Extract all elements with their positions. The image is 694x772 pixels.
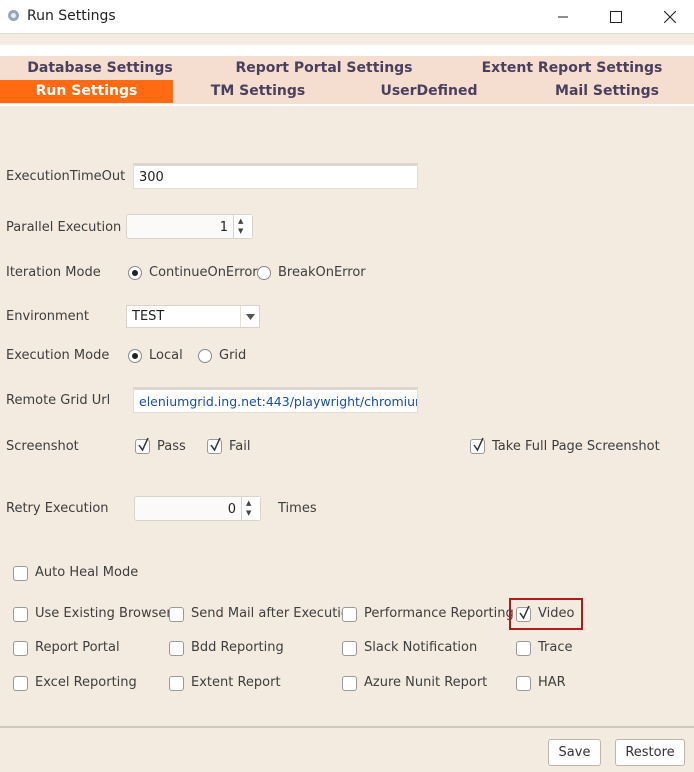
checkbox-har[interactable]: [516, 676, 531, 691]
tab-database-settings[interactable]: Database Settings: [0, 57, 200, 80]
spin-down-icon[interactable]: ▼: [238, 227, 243, 235]
checkbox-slack-notification[interactable]: [342, 641, 357, 656]
har-label: HAR: [538, 675, 566, 690]
azure-nunit-report-label: Azure Nunit Report: [364, 675, 488, 690]
checkbox-report-portal[interactable]: [13, 641, 28, 656]
retry-execution-arrows[interactable]: ▲ ▼: [241, 497, 260, 520]
chevron-down-icon: [245, 313, 255, 320]
checkbox-auto-heal-mode[interactable]: [13, 566, 28, 581]
bdd-reporting-label: Bdd Reporting: [191, 640, 284, 655]
maximize-icon: [610, 10, 622, 23]
slack-notification-label: Slack Notification: [364, 640, 478, 655]
spin-up-icon[interactable]: ▲: [246, 499, 251, 507]
performance-reporting-label: Performance Reporting: [364, 606, 514, 621]
remote-grid-url-label: Remote Grid Url: [6, 393, 111, 408]
execution-timeout-input[interactable]: 300: [133, 163, 418, 189]
report-portal-label: Report Portal: [35, 640, 120, 655]
full-page-screenshot-label: Take Full Page Screenshot: [492, 439, 660, 454]
retry-times-label: Times: [278, 501, 317, 516]
fail-label: Fail: [229, 439, 251, 454]
iteration-mode-label: Iteration Mode: [6, 265, 101, 280]
tab-run-settings[interactable]: Run Settings: [0, 80, 173, 103]
checkbox-use-existing-browser[interactable]: [13, 607, 28, 622]
tab-tm-settings[interactable]: TM Settings: [188, 80, 328, 103]
tab-bar: Database Settings Report Portal Settings…: [0, 56, 694, 106]
environment-value: TEST: [132, 309, 165, 324]
auto-heal-mode-label: Auto Heal Mode: [35, 565, 139, 580]
screenshot-label: Screenshot: [6, 439, 79, 454]
radio-continue-on-error[interactable]: [128, 266, 142, 280]
minimize-icon: [558, 16, 568, 17]
continue-on-error-label: ContinueOnError: [149, 265, 258, 280]
restore-button[interactable]: Restore: [615, 739, 685, 766]
execution-mode-label: Execution Mode: [6, 348, 110, 363]
parallel-execution-value: 1: [219, 220, 228, 235]
top-strip: [0, 34, 694, 45]
tab-report-portal-settings[interactable]: Report Portal Settings: [224, 57, 424, 80]
excel-reporting-label: Excel Reporting: [35, 675, 137, 690]
checkbox-performance-reporting[interactable]: [342, 607, 357, 622]
remote-grid-url-input[interactable]: eleniumgrid.ing.net:443/playwright/chrom…: [133, 387, 418, 413]
spin-up-icon[interactable]: ▲: [238, 217, 243, 225]
close-icon: [664, 10, 676, 23]
spin-down-icon[interactable]: ▼: [246, 509, 251, 517]
trace-label: Trace: [538, 640, 573, 655]
checkbox-fail[interactable]: [207, 437, 222, 454]
white-strip: [0, 45, 694, 56]
checkbox-pass[interactable]: [135, 437, 150, 454]
checkbox-azure-nunit-report[interactable]: [342, 676, 357, 691]
checkbox-full-page-screenshot[interactable]: [470, 437, 485, 454]
video-label: Video: [538, 606, 575, 621]
parallel-execution-label: Parallel Execution: [6, 220, 122, 235]
checkbox-trace[interactable]: [516, 641, 531, 656]
title-bar: Run Settings: [0, 0, 694, 34]
checkmark-icon: [210, 437, 221, 452]
radio-grid[interactable]: [198, 349, 212, 363]
checkmark-icon: [138, 437, 149, 452]
retry-execution-value: 0: [227, 502, 236, 517]
save-button[interactable]: Save: [548, 739, 601, 766]
window-title: Run Settings: [27, 8, 116, 24]
maximize-button[interactable]: [593, 0, 639, 33]
checkmark-icon: [473, 437, 484, 452]
tab-mail-settings[interactable]: Mail Settings: [540, 80, 674, 103]
environment-select[interactable]: TEST: [126, 305, 260, 328]
parallel-execution-stepper[interactable]: 1 ▲ ▼: [126, 214, 253, 239]
minimize-button[interactable]: [540, 0, 586, 33]
environment-label: Environment: [6, 309, 90, 324]
checkbox-video[interactable]: [516, 605, 531, 622]
remote-grid-url-value: eleniumgrid.ing.net:443/playwright/chrom…: [139, 393, 418, 409]
break-on-error-label: BreakOnError: [278, 265, 366, 280]
execution-timeout-label: ExecutionTimeOut: [6, 169, 126, 184]
tab-userdefined[interactable]: UserDefined: [362, 80, 496, 103]
radio-local[interactable]: [128, 349, 142, 363]
gear-icon: [8, 10, 19, 21]
checkbox-excel-reporting[interactable]: [13, 676, 28, 691]
local-label: Local: [149, 348, 183, 363]
use-existing-browser-label: Use Existing Browser: [35, 606, 172, 621]
checkbox-send-mail[interactable]: [169, 607, 184, 622]
radio-break-on-error[interactable]: [257, 266, 271, 280]
checkmark-icon: [519, 605, 530, 620]
grid-label: Grid: [219, 348, 247, 363]
environment-dropdown[interactable]: [240, 306, 259, 327]
send-mail-label: Send Mail after Execution: [191, 606, 358, 621]
parallel-execution-arrows[interactable]: ▲ ▼: [233, 215, 252, 238]
retry-execution-stepper[interactable]: 0 ▲ ▼: [134, 496, 261, 521]
tab-extent-report-settings[interactable]: Extent Report Settings: [472, 57, 672, 80]
checkbox-extent-report[interactable]: [169, 676, 184, 691]
pass-label: Pass: [157, 439, 186, 454]
close-button[interactable]: [647, 0, 693, 33]
extent-report-label: Extent Report: [191, 675, 281, 690]
checkbox-bdd-reporting[interactable]: [169, 641, 184, 656]
retry-execution-label: Retry Execution: [6, 501, 109, 516]
